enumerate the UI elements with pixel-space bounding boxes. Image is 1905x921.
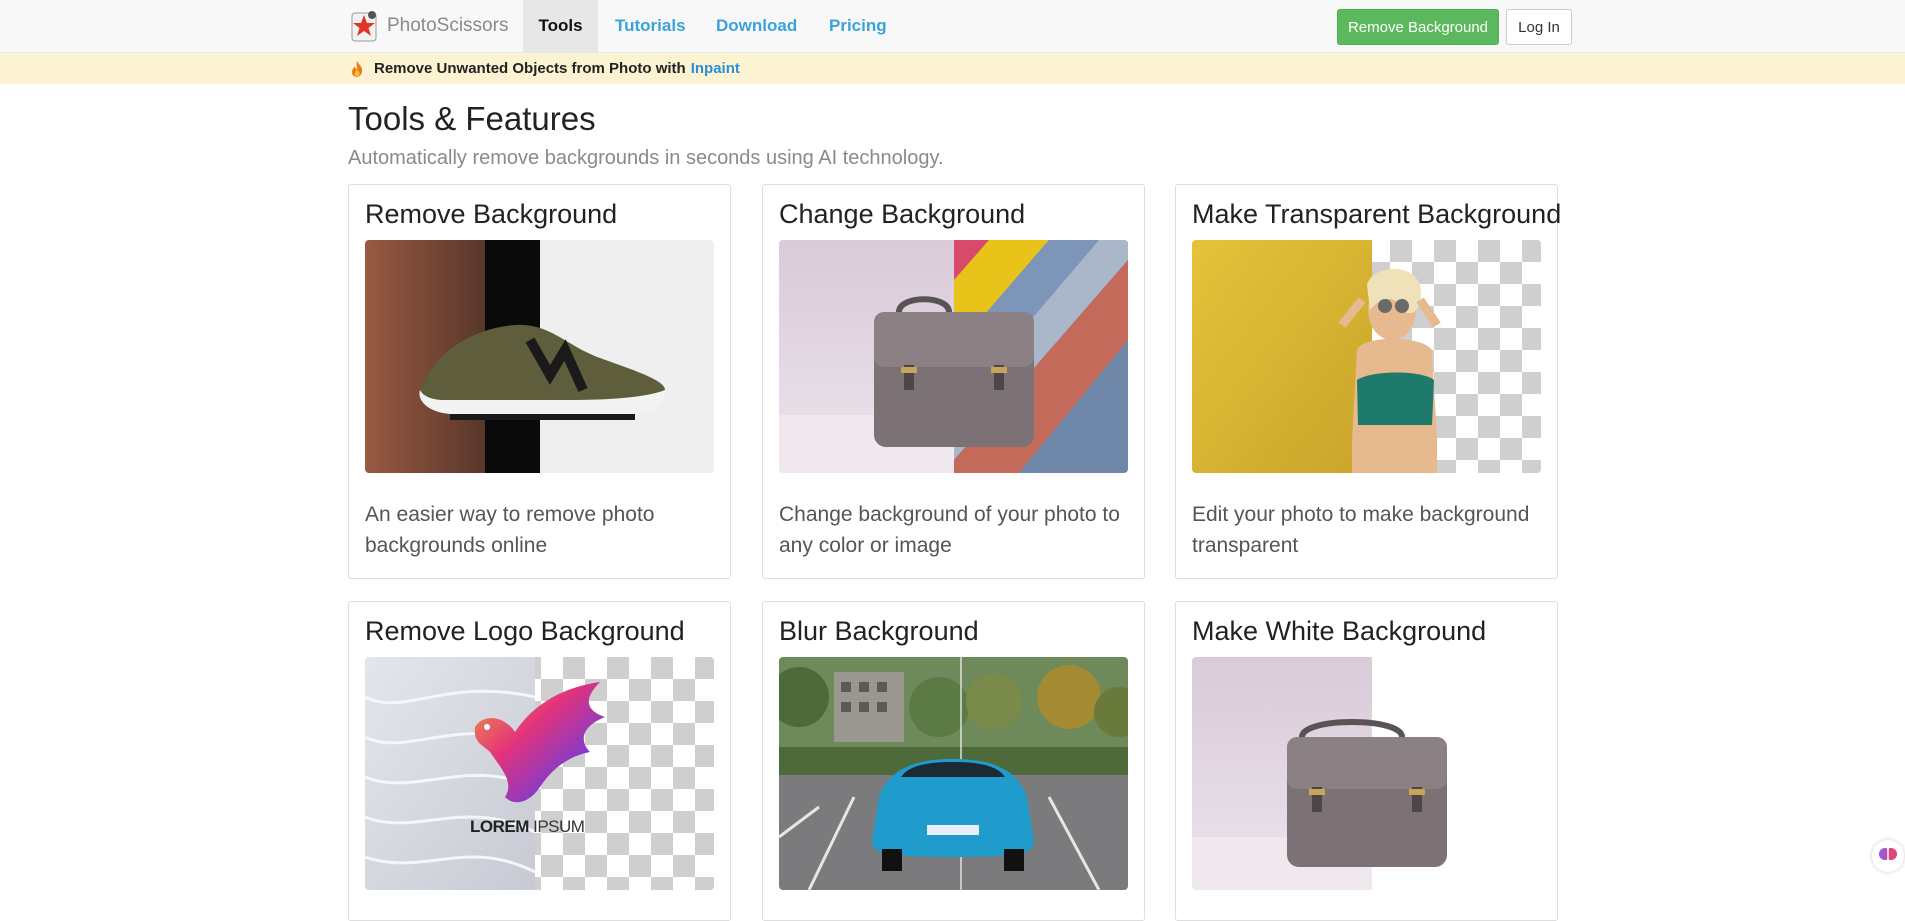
nav-pricing[interactable]: Pricing <box>812 0 904 53</box>
nav-download[interactable]: Download <box>699 0 814 53</box>
tool-card-make-white-background[interactable]: Make White Background <box>1175 601 1558 921</box>
logo-text-right: IPSUM <box>533 817 585 836</box>
sneaker-preview-image <box>365 240 714 473</box>
card-title: Remove Logo Background <box>365 616 685 646</box>
scissors-star-logo-icon <box>350 9 380 43</box>
brain-icon <box>1878 844 1898 869</box>
banner-text: Remove Unwanted Objects from Photo with <box>374 60 686 77</box>
card-description: An easier way to remove photo background… <box>365 503 655 557</box>
card-description: Change background of your photo to any c… <box>779 503 1120 557</box>
logo-preview-image: LOREM IPSUM <box>365 657 714 890</box>
page-subtitle: Automatically remove backgrounds in seco… <box>348 147 944 169</box>
nav-tutorials[interactable]: Tutorials <box>598 0 703 53</box>
card-description: Edit your photo to make background trans… <box>1192 503 1530 557</box>
tool-card-make-transparent-background[interactable]: Make Transparent Background Edit your ph… <box>1175 184 1562 579</box>
woman-transparent-preview-image <box>1192 240 1541 473</box>
flame-icon <box>350 60 364 78</box>
remove-background-button[interactable]: Remove Background <box>1337 9 1499 45</box>
brand-name: PhotoScissors <box>387 15 509 36</box>
bag-change-preview-image <box>779 240 1128 473</box>
card-title: Make White Background <box>1192 616 1487 646</box>
card-title: Remove Background <box>365 199 618 229</box>
top-navbar: PhotoScissors Tools Tutorials Download P… <box>0 0 1905 53</box>
login-button[interactable]: Log In <box>1506 9 1572 45</box>
tool-card-remove-logo-background[interactable]: Remove Logo Background LOREM IPSUM <box>348 601 731 921</box>
card-title: Make Transparent Background <box>1192 199 1562 229</box>
page-title: Tools & Features <box>348 100 596 137</box>
card-title: Change Background <box>779 199 1026 229</box>
brand-link[interactable]: PhotoScissors <box>350 7 508 45</box>
tool-card-remove-background[interactable]: Remove Background An easier way to remov… <box>348 184 731 579</box>
logo-text-left: LOREM <box>470 817 529 836</box>
card-title: Blur Background <box>779 616 979 646</box>
tool-card-blur-background[interactable]: Blur Background <box>762 601 1145 921</box>
tool-card-change-background[interactable]: Change Background Change background of y… <box>762 184 1145 579</box>
nav-tools[interactable]: Tools <box>523 0 598 53</box>
bag-white-preview-image <box>1192 657 1541 890</box>
inpaint-link[interactable]: Inpaint <box>691 60 740 77</box>
promo-banner: Remove Unwanted Objects from Photo with … <box>0 53 1905 84</box>
car-blur-preview-image <box>779 657 1128 890</box>
assistant-widget-button[interactable] <box>1872 840 1904 872</box>
